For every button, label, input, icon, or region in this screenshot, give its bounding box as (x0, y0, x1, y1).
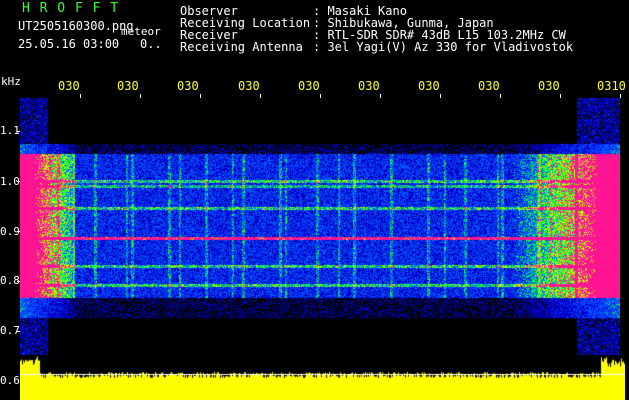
spectrogram-window: H R O F F T UT2505160300.png meteor 25.0… (0, 0, 629, 400)
antenna-value: : 3el Yagi(V) Az 330 for Vladivostok (313, 40, 574, 54)
spectrogram-canvas (20, 98, 620, 370)
filename-label: UT2505160300.png (18, 19, 134, 33)
x-tick-mark (620, 94, 621, 98)
x-tick-8: 030 (538, 79, 560, 93)
counter-label: 0.. (140, 37, 162, 51)
x-tick-1: 030 (117, 79, 139, 93)
x-tick-7: 030 (478, 79, 500, 93)
x-tick-5: 030 (358, 79, 380, 93)
x-tick-9: 0310 (597, 79, 626, 93)
x-tick-4: 030 (298, 79, 320, 93)
antenna-label: Receiving Antenna (180, 40, 303, 54)
spectrogram-plot (20, 98, 620, 370)
app-title: H R O F F T (22, 1, 120, 16)
x-tick-2: 030 (177, 79, 199, 93)
y-axis-unit: kHz (1, 75, 21, 88)
x-tick-6: 030 (418, 79, 440, 93)
x-tick-0: 030 (58, 79, 80, 93)
x-tick-3: 030 (238, 79, 260, 93)
y-tick-0-6: 0.6 (0, 374, 20, 387)
signal-histogram (20, 355, 625, 400)
datetime-label: 25.05.16 03:00 (18, 37, 120, 51)
